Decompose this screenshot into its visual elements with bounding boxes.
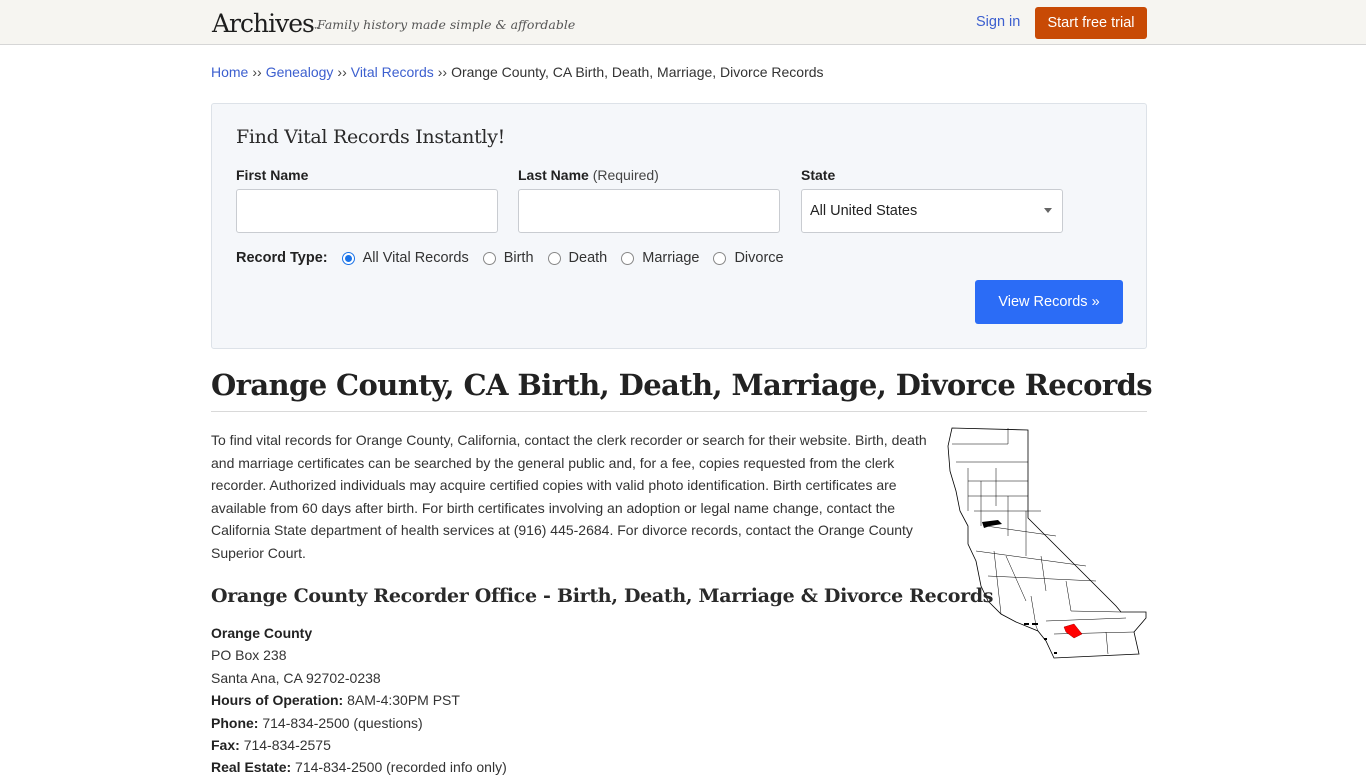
first-name-label-text: First Name (236, 167, 309, 183)
title-divider (211, 411, 1147, 412)
record-type-label: Record Type: (236, 250, 328, 266)
state-select[interactable]: All United States (801, 189, 1063, 233)
office-fax: Fax: 714-834-2575 (211, 734, 507, 756)
breadcrumb-separator: ›› (252, 64, 262, 80)
radio-death[interactable]: Death (547, 250, 608, 266)
sign-in-link[interactable]: Sign in (976, 14, 1020, 30)
office-hours: Hours of Operation: 8AM-4:30PM PST (211, 689, 507, 711)
archives-logo[interactable]: Archives™ (212, 9, 321, 39)
real-estate-label: Real Estate: (211, 759, 292, 776)
radio-button[interactable] (713, 251, 727, 265)
real-estate-value: 714-834-2500 (recorded info only) (295, 759, 507, 776)
view-records-button[interactable]: View Records » (975, 280, 1123, 324)
state-label-text: State (801, 167, 836, 183)
breadcrumb-separator: ›› (337, 64, 347, 80)
radio-label: Death (568, 250, 608, 266)
fax-label: Fax: (211, 737, 240, 754)
search-form: Find Vital Records Instantly! First Name… (211, 103, 1147, 349)
radio-label: Marriage (642, 250, 700, 266)
radio-button-checked[interactable] (341, 251, 355, 265)
section-title: Orange County Recorder Office - Birth, D… (211, 585, 994, 607)
search-title: Find Vital Records Instantly! (236, 126, 505, 148)
state-label: State (801, 167, 835, 183)
last-name-label: Last Name (Required) (518, 167, 659, 183)
state-select-value: All United States (810, 203, 918, 219)
first-name-label: First Name (236, 167, 308, 183)
tagline: Family history made simple & affordable (317, 17, 576, 32)
radio-button[interactable] (547, 251, 561, 265)
record-type-group: Record Type: All Vital Records Birth Dea… (236, 250, 798, 266)
office-name-text: Orange County (211, 625, 313, 641)
last-name-label-text: Last Name (518, 167, 589, 183)
radio-button[interactable] (621, 251, 635, 265)
office-address-line1: PO Box 238 (211, 647, 287, 664)
page-title: Orange County, CA Birth, Death, Marriage… (211, 368, 1153, 402)
start-free-trial-button[interactable]: Start free trial (1035, 7, 1147, 39)
radio-birth[interactable]: Birth (482, 250, 534, 266)
phone-value: 714-834-2500 (questions) (262, 714, 423, 731)
intro-paragraph: To find vital records for Orange County,… (211, 432, 927, 561)
breadcrumb-current: Orange County, CA Birth, Death, Marriage… (451, 64, 824, 80)
breadcrumb-genealogy[interactable]: Genealogy (266, 64, 334, 80)
office-address-line2: Santa Ana, CA 92702-0238 (211, 669, 381, 686)
radio-button[interactable] (482, 251, 496, 265)
radio-divorce[interactable]: Divorce (713, 250, 784, 266)
logo-text: Archives (212, 9, 315, 38)
last-name-input[interactable] (518, 189, 780, 233)
breadcrumb-vital-records[interactable]: Vital Records (351, 64, 434, 80)
office-name: Orange County (211, 622, 507, 644)
breadcrumb-separator: ›› (437, 64, 448, 80)
chevron-down-icon (1044, 208, 1052, 213)
radio-label: Birth (503, 250, 534, 266)
office-details: Orange County PO Box 238 Santa Ana, CA 9… (211, 622, 507, 779)
hours-label: Hours of Operation: (211, 692, 344, 709)
required-note: (Required) (592, 167, 659, 183)
california-outline (947, 427, 1147, 659)
breadcrumb-home[interactable]: Home (211, 64, 248, 80)
radio-marriage[interactable]: Marriage (621, 250, 699, 266)
radio-label: All Vital Records (362, 250, 469, 266)
california-county-map (947, 427, 1147, 659)
phone-label: Phone: (211, 714, 259, 731)
office-phone: Phone: 714-834-2500 (questions) (211, 712, 507, 734)
breadcrumb: Home ›› Genealogy ›› Vital Records ›› Orange C… (211, 64, 824, 80)
fax-value: 714-834-2575 (243, 737, 331, 754)
radio-all-vital-records[interactable]: All Vital Records (341, 250, 469, 266)
radio-label: Divorce (734, 250, 784, 266)
hours-value: 8AM-4:30PM PST (347, 692, 460, 709)
top-header: Archives™ Family history made simple & a… (0, 0, 1366, 45)
first-name-input[interactable] (236, 189, 498, 233)
